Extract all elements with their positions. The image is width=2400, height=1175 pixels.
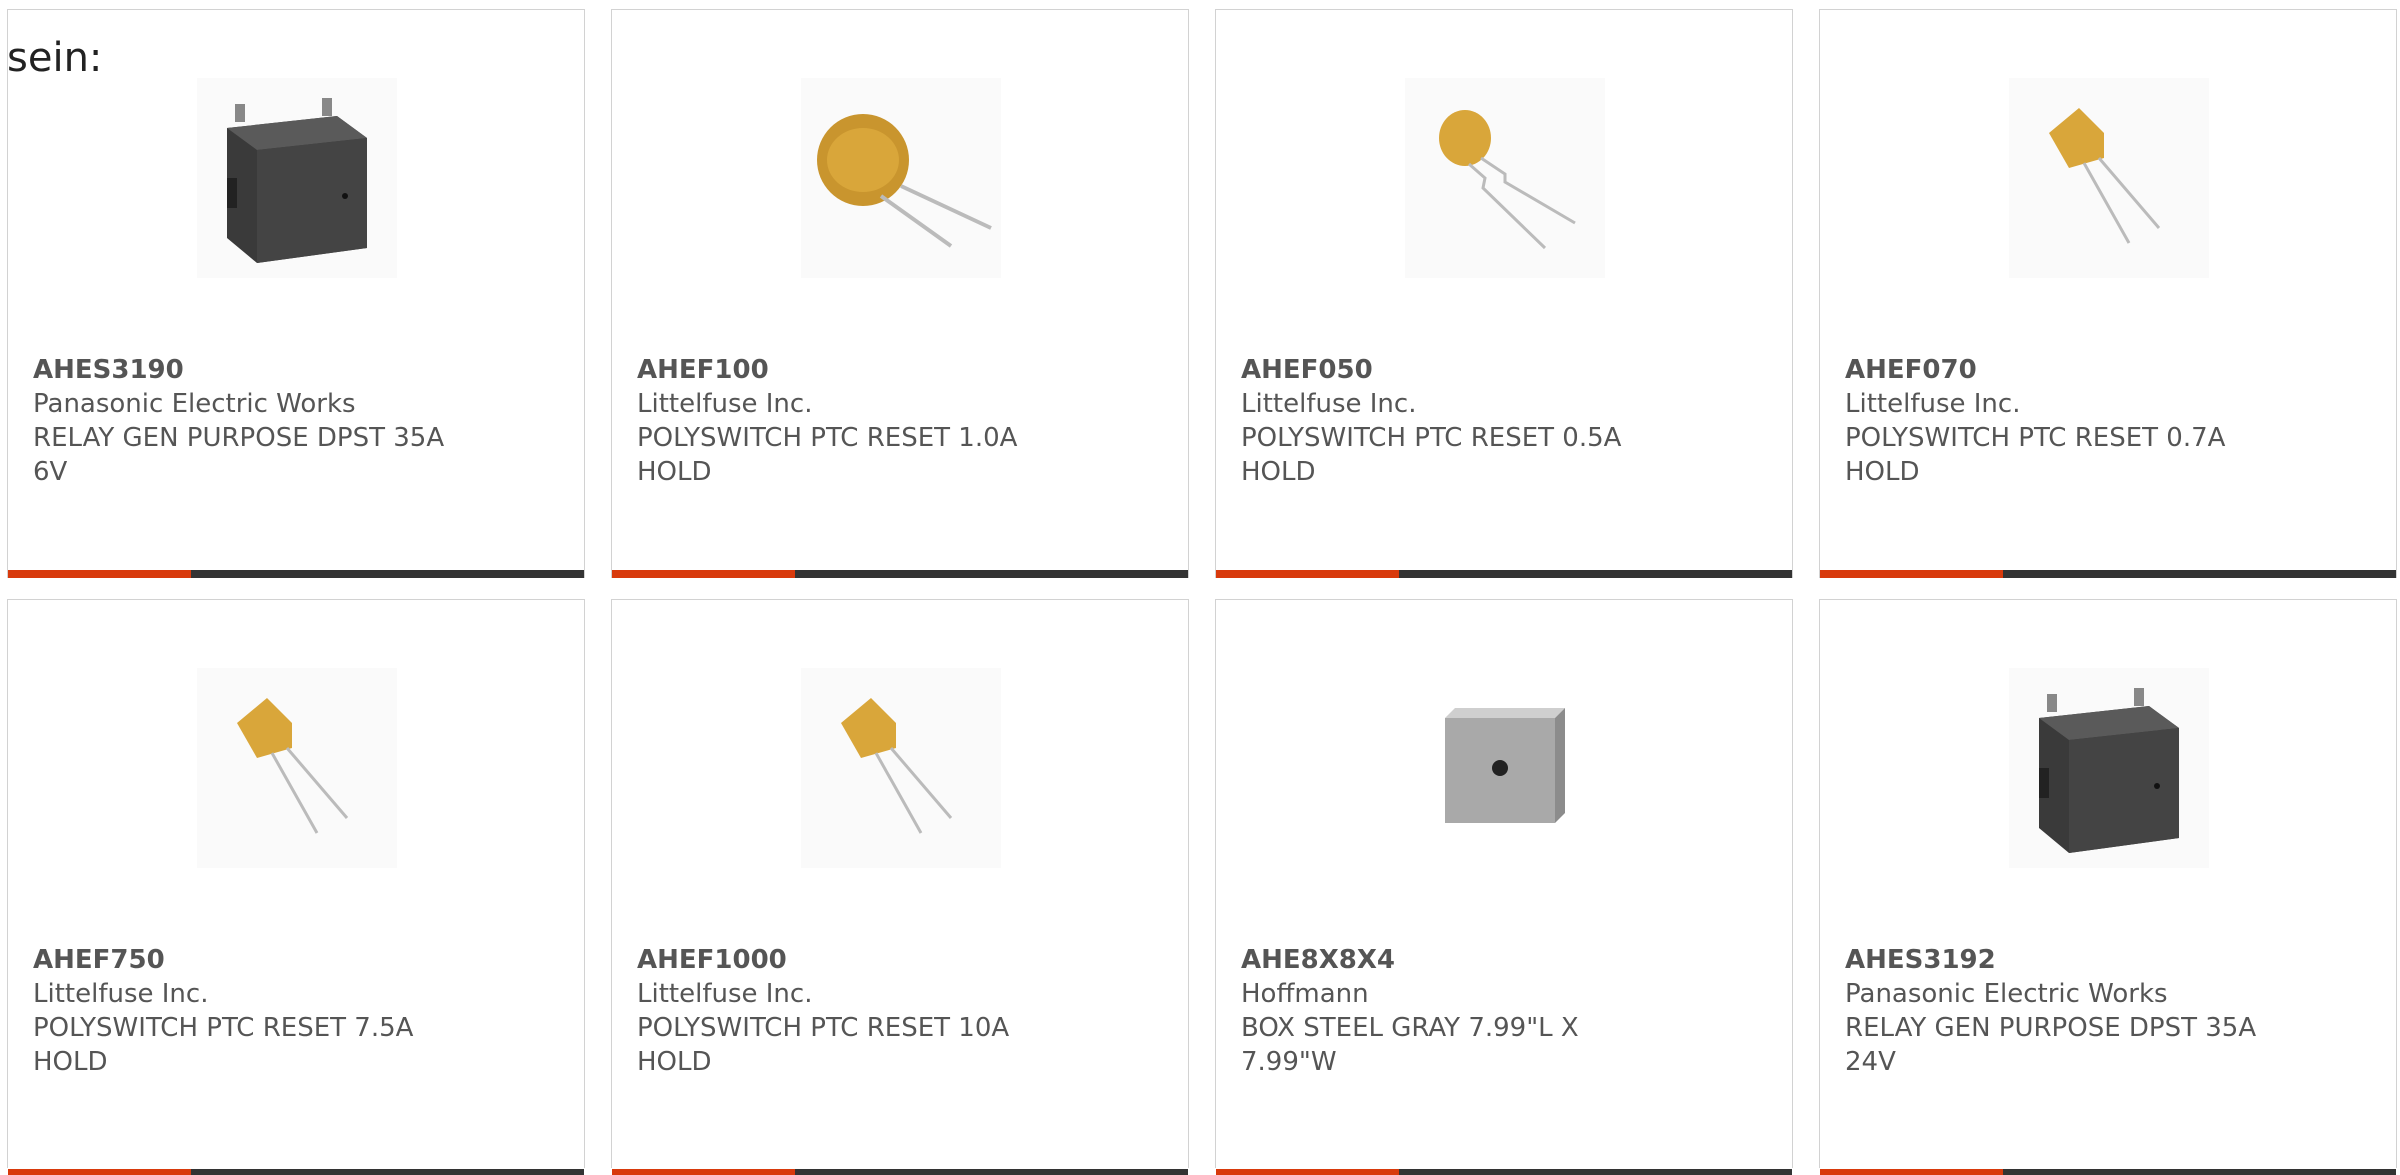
product-card[interactable]: AHEF100 Littelfuse Inc. POLYSWITCH PTC R…: [611, 9, 1189, 578]
description: BOX STEEL GRAY 7.99"L X 7.99"W: [1241, 1013, 1579, 1077]
product-card[interactable]: AHES3192 Panasonic Electric Works RELAY …: [1819, 599, 2397, 1175]
part-number[interactable]: AHE8X8X4: [1241, 943, 1681, 977]
card-bottom-bar: [1216, 570, 1792, 578]
part-number[interactable]: AHEF070: [1845, 353, 2285, 387]
card-accent-bar: [8, 1169, 191, 1175]
card-bottom-bar: [1820, 1169, 2396, 1175]
description: RELAY GEN PURPOSE DPST 35A 24V: [1845, 1013, 2257, 1077]
description: RELAY GEN PURPOSE DPST 35A 6V: [33, 423, 445, 487]
description: POLYSWITCH PTC RESET 0.5A HOLD: [1241, 423, 1622, 487]
intro-text: sein:: [7, 35, 103, 81]
manufacturer: Panasonic Electric Works: [33, 389, 356, 419]
card-bottom-bar: [612, 570, 1188, 578]
relay-icon[interactable]: [197, 78, 397, 278]
ptc-icon[interactable]: [2009, 78, 2209, 278]
manufacturer: Hoffmann: [1241, 979, 1369, 1009]
product-info: AHEF070 Littelfuse Inc. POLYSWITCH PTC R…: [1845, 353, 2285, 489]
product-card[interactable]: AHE8X8X4 Hoffmann BOX STEEL GRAY 7.99"L …: [1215, 599, 1793, 1175]
product-info: AHE8X8X4 Hoffmann BOX STEEL GRAY 7.99"L …: [1241, 943, 1681, 1079]
manufacturer: Panasonic Electric Works: [1845, 979, 2168, 1009]
product-card[interactable]: AHEF1000 Littelfuse Inc. POLYSWITCH PTC …: [611, 599, 1189, 1175]
product-info: AHEF1000 Littelfuse Inc. POLYSWITCH PTC …: [637, 943, 1077, 1079]
product-card[interactable]: AHES3190 Panasonic Electric Works RELAY …: [7, 9, 585, 578]
part-number[interactable]: AHES3192: [1845, 943, 2285, 977]
product-info: AHES3192 Panasonic Electric Works RELAY …: [1845, 943, 2285, 1079]
card-accent-bar: [612, 1169, 795, 1175]
ptc-icon[interactable]: [801, 668, 1001, 868]
product-info: AHEF100 Littelfuse Inc. POLYSWITCH PTC R…: [637, 353, 1077, 489]
product-info: AHES3190 Panasonic Electric Works RELAY …: [33, 353, 473, 489]
product-card[interactable]: AHEF050 Littelfuse Inc. POLYSWITCH PTC R…: [1215, 9, 1793, 578]
manufacturer: Littelfuse Inc.: [1241, 389, 1417, 419]
part-number[interactable]: AHEF100: [637, 353, 1077, 387]
product-card[interactable]: AHEF070 Littelfuse Inc. POLYSWITCH PTC R…: [1819, 9, 2397, 578]
part-number[interactable]: AHES3190: [33, 353, 473, 387]
description: POLYSWITCH PTC RESET 0.7A HOLD: [1845, 423, 2226, 487]
card-bottom-bar: [8, 1169, 584, 1175]
card-accent-bar: [1216, 1169, 1399, 1175]
description: POLYSWITCH PTC RESET 7.5A HOLD: [33, 1013, 414, 1077]
product-info: AHEF050 Littelfuse Inc. POLYSWITCH PTC R…: [1241, 353, 1681, 489]
relay-icon[interactable]: [2009, 668, 2209, 868]
card-bottom-bar: [1216, 1169, 1792, 1175]
part-number[interactable]: AHEF1000: [637, 943, 1077, 977]
description: POLYSWITCH PTC RESET 1.0A HOLD: [637, 423, 1018, 487]
manufacturer: Littelfuse Inc.: [637, 389, 813, 419]
product-card[interactable]: AHEF750 Littelfuse Inc. POLYSWITCH PTC R…: [7, 599, 585, 1175]
card-bottom-bar: [612, 1169, 1188, 1175]
ptc-small-icon[interactable]: [1405, 78, 1605, 278]
ptc-icon[interactable]: [197, 668, 397, 868]
card-accent-bar: [612, 570, 795, 578]
manufacturer: Littelfuse Inc.: [637, 979, 813, 1009]
card-bottom-bar: [1820, 570, 2396, 578]
card-accent-bar: [1820, 570, 2003, 578]
description: POLYSWITCH PTC RESET 10A HOLD: [637, 1013, 1010, 1077]
part-number[interactable]: AHEF050: [1241, 353, 1681, 387]
manufacturer: Littelfuse Inc.: [33, 979, 209, 1009]
part-number[interactable]: AHEF750: [33, 943, 473, 977]
product-info: AHEF750 Littelfuse Inc. POLYSWITCH PTC R…: [33, 943, 473, 1079]
card-accent-bar: [1820, 1169, 2003, 1175]
card-bottom-bar: [8, 570, 584, 578]
steel-box-icon[interactable]: [1405, 668, 1605, 868]
ptc-disc-icon[interactable]: [801, 78, 1001, 278]
manufacturer: Littelfuse Inc.: [1845, 389, 2021, 419]
card-accent-bar: [8, 570, 191, 578]
card-accent-bar: [1216, 570, 1399, 578]
